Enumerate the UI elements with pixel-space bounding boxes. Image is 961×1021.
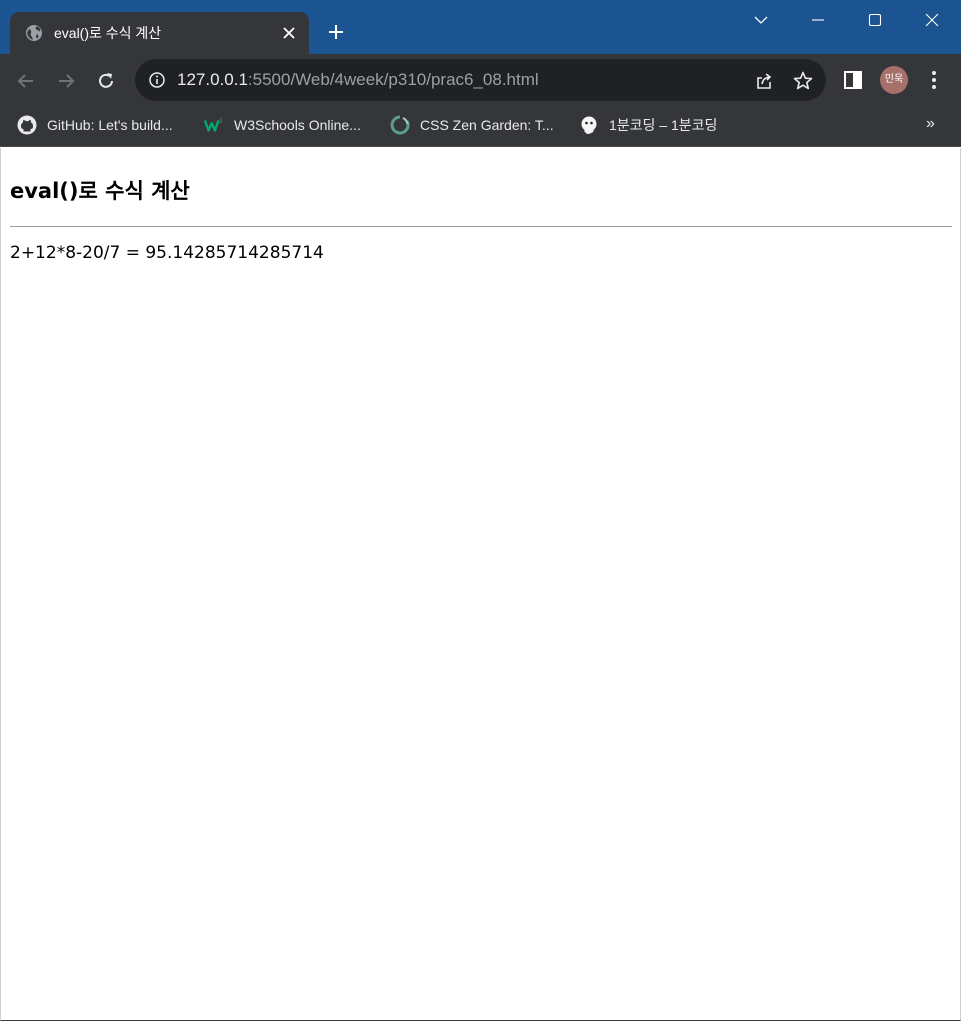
tab-search-icon[interactable] [749,8,773,32]
bookmark-label: 1분코딩 – 1분코딩 [609,117,718,133]
bookmark-w3schools[interactable]: 3 W3Schools Online... [204,113,361,137]
new-tab-button[interactable] [324,20,348,44]
svg-text:3: 3 [219,118,223,125]
profile-avatar[interactable]: 민욱 [880,66,908,94]
kebab-menu-icon[interactable] [924,69,944,91]
csszengarden-icon [390,115,410,135]
bookmark-label: GitHub: Let's build... [47,117,173,133]
reload-icon[interactable] [93,68,119,94]
tab-close-icon[interactable] [280,24,298,42]
title-bar: eval()로 수식 계산 [0,0,961,54]
bookmark-csszengarden[interactable]: CSS Zen Garden: T... [390,113,554,137]
side-panel-icon[interactable] [843,70,865,92]
divider [10,226,952,227]
close-icon[interactable] [920,8,944,32]
eval-result-text: 2+12*8-20/7 = 95.14285714285714 [10,243,324,263]
browser-tab[interactable]: eval()로 수식 계산 [10,12,309,54]
w3schools-icon: 3 [204,115,224,135]
maximize-icon[interactable] [863,8,887,32]
bookmark-star-icon[interactable] [792,70,814,92]
minimize-icon[interactable] [806,8,830,32]
tab-title: eval()로 수식 계산 [54,25,162,41]
bookmark-github[interactable]: GitHub: Let's build... [17,113,173,137]
url-text[interactable]: 127.0.0.1:5500/Web/4week/p310/prac6_08.h… [177,70,539,90]
browser-toolbar: 127.0.0.1:5500/Web/4week/p310/prac6_08.h… [0,54,961,107]
page-heading: eval()로 수식 계산 [10,179,190,203]
back-arrow-icon[interactable] [13,68,39,94]
bookmarks-bar: GitHub: Let's build... 3 W3Schools Onlin… [0,107,961,147]
page-viewport: eval()로 수식 계산 2+12*8-20/7 = 95.142857142… [0,148,961,1021]
bookmark-label: CSS Zen Garden: T... [420,117,554,133]
1bun-coding-icon [579,115,599,135]
github-icon [17,115,37,135]
globe-icon [25,24,43,42]
site-info-icon[interactable] [148,71,166,89]
share-icon[interactable] [753,70,775,92]
url-path: :5500/Web/4week/p310/prac6_08.html [247,70,539,89]
address-bar[interactable]: 127.0.0.1:5500/Web/4week/p310/prac6_08.h… [135,59,826,101]
forward-arrow-icon[interactable] [53,68,79,94]
url-host: 127.0.0.1 [177,70,248,89]
bookmark-1bun-coding[interactable]: 1분코딩 – 1분코딩 [579,113,717,137]
bookmarks-overflow-button[interactable]: » [926,115,935,133]
bookmark-label: W3Schools Online... [234,117,361,133]
